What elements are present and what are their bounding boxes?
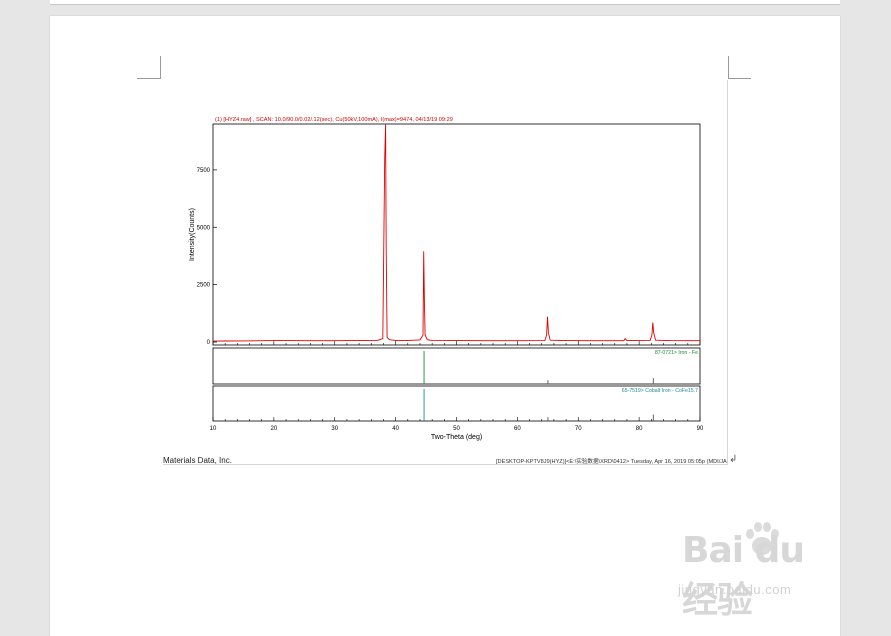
x-tick-label: 80 [636,426,643,432]
x-tick-label: 20 [271,426,278,432]
plot-frame-main [212,123,701,346]
footer-company: Materials Data, Inc. [163,456,232,465]
y-tick-label: 5000 [197,225,211,231]
x-tick-label: 50 [453,426,460,432]
y-tick-label: 0 [207,340,211,346]
chart-title: (1) [HYZ4.raw] , SCAN: 10.0/90.0/0.02/.1… [215,117,453,123]
x-tick-label: 70 [575,426,582,432]
x-axis-label: Two-Theta (deg) [431,434,482,441]
footer-file-info: [DESKTOP-KPTV8J9(HYZ)]<E:\实验数据\XRD\0412>… [496,459,727,465]
x-tick-label: 90 [697,426,704,432]
x-tick-label: 60 [514,426,521,432]
baidu-watermark: Bai du 经验 jingyan.baidu.com [678,520,843,621]
y-tick-label: 7500 [197,168,211,174]
watermark-url: jingyan.baidu.com [678,582,792,597]
x-tick-label: 10 [210,426,217,432]
reference-label: 87-0721> Iron - Fe [655,350,698,356]
x-tick-label: 40 [392,426,399,432]
reference-label: 65-7519> Cobalt Iron - CoFe15.7 [622,388,698,394]
watermark-logo: Bai du 经验 [682,530,805,621]
y-axis-label: Intensity(Counts) [189,208,196,261]
x-tick-label: 30 [331,426,338,432]
xrd-pattern-line [212,124,700,342]
paragraph-mark-icon: ↲ [729,454,738,465]
y-tick-label: 2500 [197,283,211,289]
plot-frame-ref1 [212,347,701,385]
